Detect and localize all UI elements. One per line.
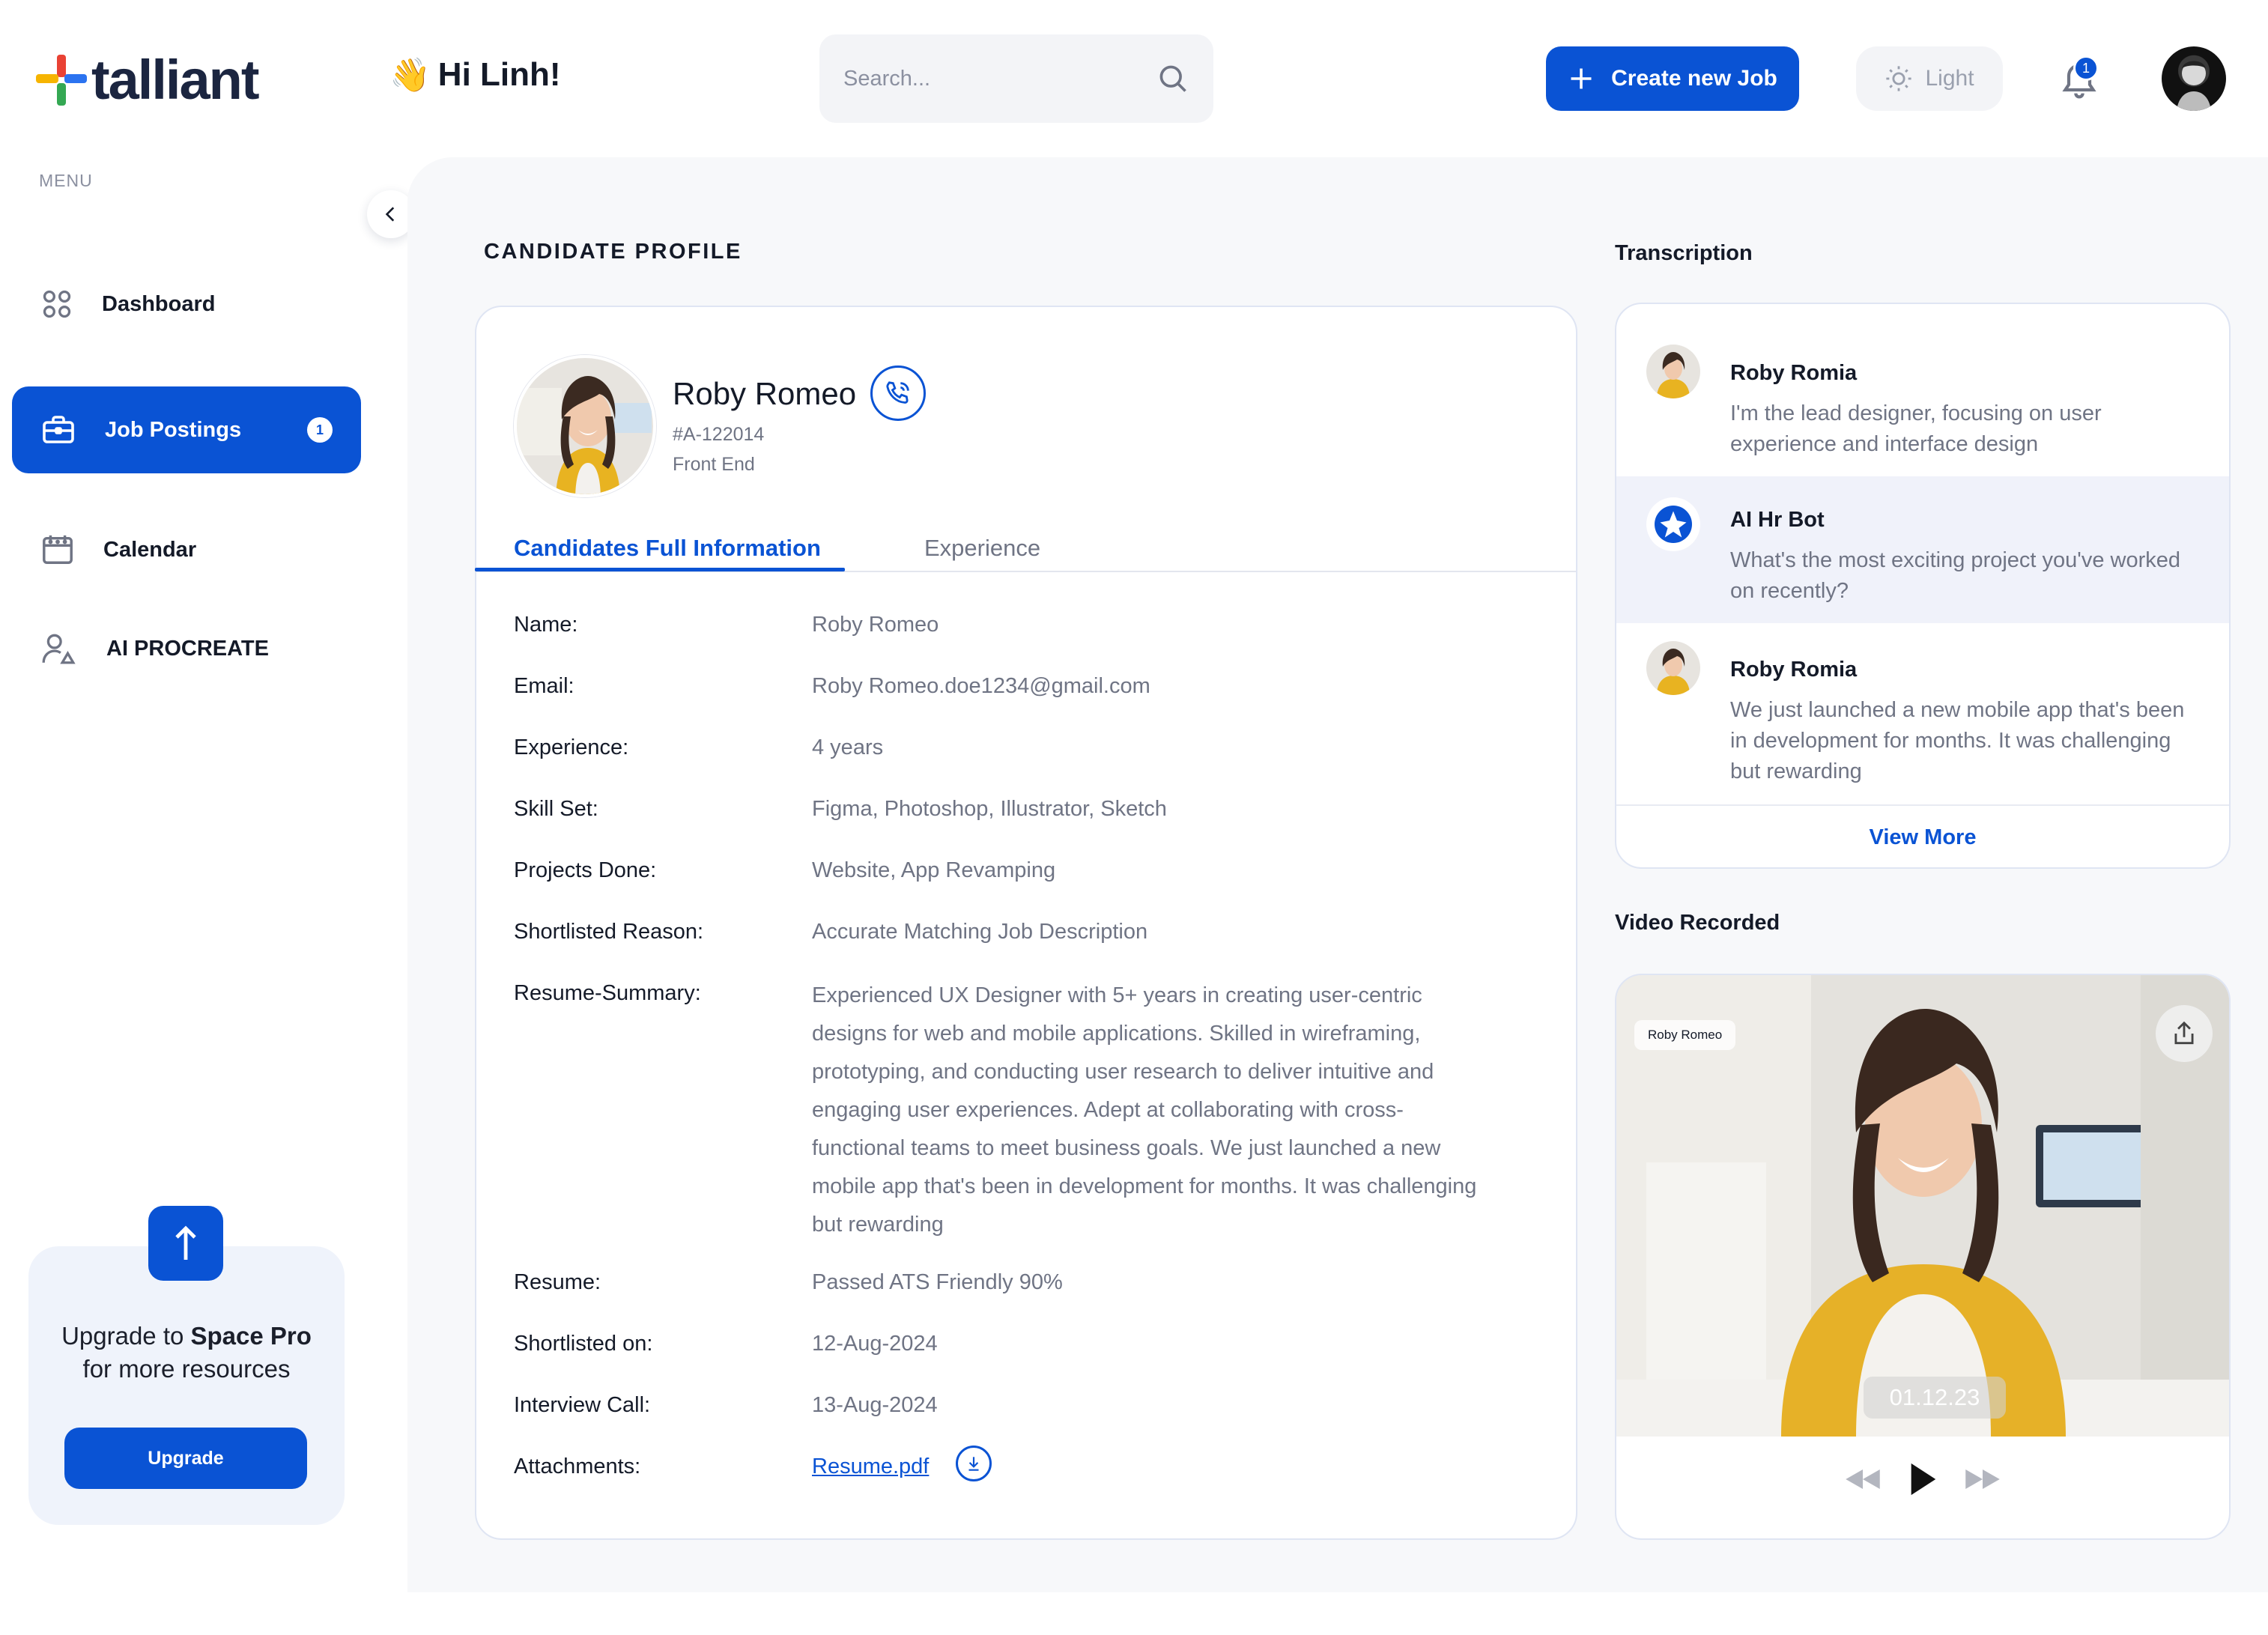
sun-icon [1886,66,1912,91]
field-label: Attachments: [514,1454,641,1478]
divider [1616,804,2229,806]
chevron-left-icon [385,207,395,222]
theme-label: Light [1925,66,1974,91]
notification-badge: 1 [2073,55,2099,81]
field-value: Website, App Revamping [812,858,1056,882]
upgrade-subtext: for more resources [82,1355,291,1383]
upgrade-text: Upgrade to Space Pro for more resources [28,1320,345,1386]
sidebar-item-job-postings[interactable]: Job Postings 1 [12,386,361,473]
message-text: We just launched a new mobile app that's… [1730,698,2185,783]
menu-label: MENU [39,171,93,190]
transcription-title: Transcription [1615,241,1753,265]
field-value: Roby Romeo [812,613,939,637]
search-placeholder: Search... [843,66,931,91]
field-value: Passed ATS Friendly 90% [812,1270,1063,1294]
resume-attachment-link[interactable]: Resume.pdf [812,1454,929,1479]
user-ai-icon [42,634,76,664]
sidebar-item-ai-procreate[interactable]: AI PROCREATE [12,605,361,692]
candidate-profile-title: CANDIDATE PROFILE [484,240,742,264]
theme-toggle[interactable]: Light [1856,46,2003,111]
transcription-card: Roby Romia I'm the lead designer, focusi… [1615,303,2231,869]
logo-mark-icon [36,55,87,106]
briefcase-icon [43,416,74,443]
calendar-icon [43,535,73,564]
candidate-id: #A-122014 [673,424,765,445]
field-value: 4 years [812,735,884,759]
upgrade-prefix: Upgrade to [61,1322,191,1350]
sidebar-item-label: AI PROCREATE [106,636,269,661]
grid-icon [43,290,71,318]
upgrade-button[interactable]: Upgrade [64,1428,307,1489]
sidebar-item-label: Calendar [103,537,197,562]
logo[interactable]: talliant [36,49,259,111]
plus-icon [1571,68,1592,89]
candidate-photo [514,355,656,497]
field-label: Name: [514,613,578,637]
download-icon[interactable] [956,1446,992,1481]
speaker-name: Roby Romia [1730,361,1858,385]
video-timestamp: 01.12.23 [1864,1377,2006,1419]
brand-name: talliant [91,49,259,111]
search-icon [1159,65,1186,92]
active-tab-indicator [475,568,845,571]
phone-call-icon[interactable] [870,365,926,421]
upgrade-arrow-icon [148,1206,223,1281]
message-text: I'm the lead designer, focusing on user … [1730,401,2102,456]
field-label: Interview Call: [514,1393,651,1417]
video-card: Roby Romeo 01.12.23 [1615,974,2231,1540]
field-value: Accurate Matching Job Description [812,920,1148,944]
ai-bot-icon [1646,497,1700,551]
field-label: Shortlisted on: [514,1332,653,1356]
speaker-avatar [1646,345,1700,398]
field-value: 13-Aug-2024 [812,1393,938,1417]
sidebar-item-calendar[interactable]: Calendar [12,506,361,593]
field-label: Resume-Summary: [514,981,701,1005]
speaker-name: Roby Romia [1730,658,1858,682]
resume-summary-text: Experienced UX Designer with 5+ years in… [812,983,1477,1237]
field-label: Email: [514,674,574,698]
user-avatar[interactable] [2162,46,2226,111]
transcript-message: Roby Romia We just launched a new mobile… [1616,623,2229,809]
transcript-message: AI Hr Bot What's the most exciting proje… [1616,476,2229,623]
message-text: What's the most exciting project you've … [1730,548,2180,603]
upgrade-plan-name: Space Pro [190,1322,312,1350]
field-value: Figma, Photoshop, Illustrator, Sketch [812,797,1167,821]
video-name-tag: Roby Romeo [1634,1020,1736,1050]
video-controls [1616,1462,2229,1496]
search-input[interactable]: Search... [819,34,1213,123]
fast-forward-icon[interactable] [1963,1466,2002,1492]
greeting-text: Hi Linh! [437,56,561,93]
field-label: Resume: [514,1270,601,1294]
field-label: Experience: [514,735,629,759]
field-label: Shortlisted Reason: [514,920,704,944]
speaker-avatar [1646,641,1700,695]
sidebar-item-label: Dashboard [102,291,216,316]
play-icon[interactable] [1908,1462,1938,1496]
tab-full-information[interactable]: Candidates Full Information [514,535,821,562]
transcript-message: Roby Romia I'm the lead designer, focusi… [1616,304,2229,476]
sidebar-item-label: Job Postings [105,417,242,442]
rewind-icon[interactable] [1843,1466,1882,1492]
job-postings-badge: 1 [307,417,333,443]
video-recorded-title: Video Recorded [1615,911,1780,935]
field-label: Skill Set: [514,797,598,821]
greeting: 👋 Hi Linh! [389,55,561,94]
field-value: Roby Romeo.doe1234@gmail.com [812,674,1150,698]
view-more-link[interactable]: View More [1616,825,2229,850]
create-job-label: Create new Job [1611,66,1777,91]
field-value: 12-Aug-2024 [812,1332,938,1356]
create-job-button[interactable]: Create new Job [1546,46,1799,111]
candidate-role: Front End [673,454,755,475]
field-label: Projects Done: [514,858,657,882]
tab-experience[interactable]: Experience [924,535,1040,562]
speaker-name: AI Hr Bot [1730,508,1825,532]
video-player[interactable]: Roby Romeo 01.12.23 [1616,975,2229,1437]
share-icon[interactable] [2156,1005,2213,1062]
candidate-name: Roby Romeo [673,376,857,411]
sidebar-item-dashboard[interactable]: Dashboard [12,261,361,348]
wave-emoji-icon: 👋 [389,57,431,94]
